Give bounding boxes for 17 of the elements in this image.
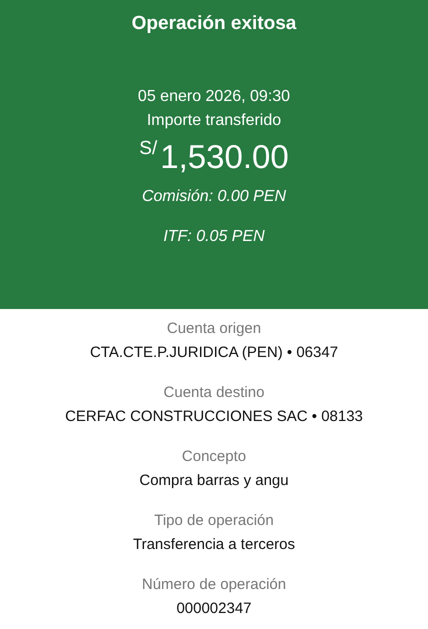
detail-value: Compra barras y angu [139,471,289,491]
currency-symbol: S/ [139,136,158,160]
detail-label: Número de operación [142,575,286,595]
amount-text: 1,530.00 [160,136,289,176]
detail-label: Concepto [180,447,248,467]
detail-label: Cuenta destino [162,383,266,403]
amount-label: Importe transferido [146,110,282,130]
date-text: 05 enero 2026, 09:30 [136,86,292,106]
fee-text: Comisión: 0.00 PEN [142,186,286,206]
detail-value: 000002347 [175,599,253,619]
page-title: Operación exitosa [130,12,298,36]
fee-text: ITF: 0.05 PEN [163,226,265,246]
detail-value: CTA.CTE.P.JURIDICA (PEN) • 06347 [90,343,338,363]
detail-label: Cuenta origen [166,319,262,339]
detail-label: Tipo de operación [153,511,275,531]
detail-value: Transferencia a terceros [132,535,295,555]
detail-value: CERFAC CONSTRUCCIONES SAC • 08133 [65,407,363,427]
